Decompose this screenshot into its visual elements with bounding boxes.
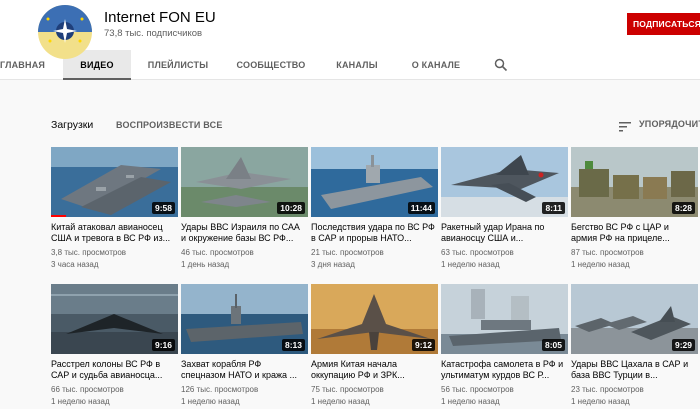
play-all-button[interactable]: ВОСПРОИЗВЕСТИ ВСЕ bbox=[116, 120, 223, 130]
video-title[interactable]: Китай атаковал авианосец США и тревога в… bbox=[51, 222, 176, 244]
video-title[interactable]: Ракетный удар Ирана по авианосцу США и..… bbox=[441, 222, 566, 244]
video-age: 3 часа назад bbox=[51, 260, 99, 269]
video-views: 23 тыс. просмотров bbox=[571, 385, 644, 394]
channel-name: Internet FON EU bbox=[104, 9, 216, 26]
video-thumbnail[interactable]: 10:28 bbox=[181, 147, 308, 217]
video-age: 1 неделю назад bbox=[441, 397, 500, 406]
video-views: 46 тыс. просмотров bbox=[181, 248, 254, 257]
sort-label: УПОРЯДОЧИТЬ bbox=[639, 119, 700, 129]
video-title[interactable]: Захват корабля РФ спецназом НАТО и кража… bbox=[181, 359, 306, 381]
channel-tabs: ГЛАВНАЯ ВИДЕО ПЛЕЙЛИСТЫ СООБЩЕСТВО КАНАЛ… bbox=[0, 50, 700, 80]
video-duration: 10:28 bbox=[277, 202, 305, 214]
watch-progress-bar bbox=[51, 215, 66, 217]
video-thumbnail[interactable]: 9:16 bbox=[51, 284, 178, 354]
video-title[interactable]: Расстрел колоны ВС РФ в САР и судьба ави… bbox=[51, 359, 176, 381]
search-icon[interactable] bbox=[494, 58, 508, 72]
video-thumbnail[interactable]: 8:05 bbox=[441, 284, 568, 354]
video-age: 1 неделю назад bbox=[571, 260, 630, 269]
video-duration: 9:29 bbox=[671, 339, 695, 351]
tab-home[interactable]: ГЛАВНАЯ bbox=[0, 50, 45, 80]
video-age: 1 неделю назад bbox=[571, 397, 630, 406]
video-thumbnail[interactable]: 8:11 bbox=[441, 147, 568, 217]
video-duration: 9:58 bbox=[151, 202, 175, 214]
video-age: 1 неделю назад bbox=[51, 397, 110, 406]
section-title: Загрузки bbox=[51, 119, 94, 131]
video-thumbnail[interactable]: 9:58 bbox=[51, 147, 178, 217]
video-views: 63 тыс. просмотров bbox=[441, 248, 514, 257]
video-thumbnail[interactable]: 8:28 bbox=[571, 147, 698, 217]
video-title[interactable]: Последствия удара по ВС РФ в САР и проры… bbox=[311, 222, 436, 244]
video-views: 87 тыс. просмотров bbox=[571, 248, 644, 257]
video-thumbnail[interactable]: 9:12 bbox=[311, 284, 438, 354]
video-duration: 11:44 bbox=[407, 202, 435, 214]
video-duration: 8:28 bbox=[671, 202, 695, 214]
sort-icon bbox=[619, 119, 631, 132]
video-views: 21 тыс. просмотров bbox=[311, 248, 384, 257]
video-age: 1 неделю назад bbox=[441, 260, 500, 269]
video-views: 66 тыс. просмотров bbox=[51, 385, 124, 394]
tab-community[interactable]: СООБЩЕСТВО bbox=[236, 50, 306, 80]
video-title[interactable]: Армия Китая начала оккупацию РФ и ЗРК... bbox=[311, 359, 436, 381]
video-title[interactable]: Удары ВВС Цахала в САР и база ВВС Турции… bbox=[571, 359, 696, 381]
tab-channels[interactable]: КАНАЛЫ bbox=[334, 50, 380, 80]
video-age: 1 день назад bbox=[181, 260, 230, 269]
video-views: 56 тыс. просмотров bbox=[441, 385, 514, 394]
video-title[interactable]: Катастрофа самолета в РФ и ультиматум ку… bbox=[441, 359, 566, 381]
video-title[interactable]: Удары ВВС Израиля по САА и окружение баз… bbox=[181, 222, 306, 244]
video-thumbnail[interactable]: 11:44 bbox=[311, 147, 438, 217]
channel-header: Internet FON EU 73,8 тыс. подписчиков ПО… bbox=[0, 0, 700, 59]
video-duration: 9:12 bbox=[411, 339, 435, 351]
video-age: 1 неделю назад bbox=[311, 397, 370, 406]
video-duration: 8:05 bbox=[541, 339, 565, 351]
channel-avatar[interactable] bbox=[38, 5, 92, 59]
video-views: 126 тыс. просмотров bbox=[181, 385, 259, 394]
video-views: 75 тыс. просмотров bbox=[311, 385, 384, 394]
tab-playlists[interactable]: ПЛЕЙЛИСТЫ bbox=[146, 50, 210, 80]
video-duration: 8:11 bbox=[542, 202, 565, 214]
video-views: 3,8 тыс. просмотров bbox=[51, 248, 127, 257]
subscribe-button[interactable]: ПОДПИСАТЬСЯ bbox=[627, 13, 700, 35]
video-age: 3 дня назад bbox=[311, 260, 355, 269]
tab-about[interactable]: О КАНАЛЕ bbox=[408, 50, 464, 80]
video-thumbnail[interactable]: 9:29 bbox=[571, 284, 698, 354]
video-thumbnail[interactable]: 8:13 bbox=[181, 284, 308, 354]
video-age: 1 неделю назад bbox=[181, 397, 240, 406]
subscriber-count: 73,8 тыс. подписчиков bbox=[104, 28, 203, 39]
video-title[interactable]: Бегство ВС РФ с ЦАР и армия РФ на прицел… bbox=[571, 222, 696, 244]
video-duration: 9:16 bbox=[151, 339, 175, 351]
video-duration: 8:13 bbox=[281, 339, 305, 351]
